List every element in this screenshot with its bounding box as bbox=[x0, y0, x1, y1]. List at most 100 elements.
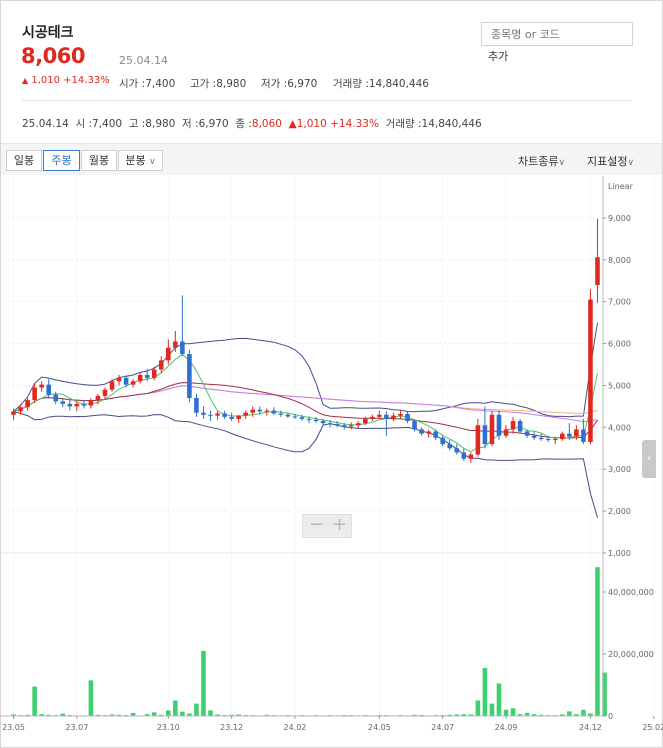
candle-body bbox=[102, 389, 108, 396]
stock-chart[interactable]: 9,000 8,000 7,000 6,000 5,000 4,000 3,000 2,000… bbox=[0, 176, 663, 748]
high-label: 고가 : bbox=[190, 78, 217, 90]
candle-body bbox=[489, 414, 495, 445]
open-value: 7,400 bbox=[145, 78, 176, 90]
info-percent: +14.33% bbox=[330, 118, 379, 130]
candle-body bbox=[433, 431, 438, 438]
volume-bar bbox=[489, 703, 495, 716]
candle-body bbox=[299, 417, 305, 419]
candle-body bbox=[391, 415, 396, 419]
chevron-down-icon: ∨ bbox=[627, 158, 635, 168]
scale-label: Linear bbox=[608, 182, 634, 191]
tab-daily[interactable]: 일봉 bbox=[6, 150, 42, 171]
chart-toolbar: 일봉 주봉 월봉 분봉 ∨ 차트종류∨ 지표설정∨ bbox=[1, 143, 662, 175]
candle-body bbox=[95, 395, 101, 401]
candle-body bbox=[18, 407, 23, 412]
chart-type-label: 차트종류 bbox=[518, 155, 559, 168]
x-tick-label: 23.10 bbox=[157, 723, 180, 732]
tab-monthly[interactable]: 월봉 bbox=[81, 150, 117, 171]
indicator-button[interactable]: 지표설정∨ bbox=[587, 153, 634, 169]
tab-minute-label: 분봉 bbox=[125, 154, 146, 167]
info-date: 25.04.14 bbox=[22, 118, 69, 130]
volume-bar bbox=[496, 683, 502, 716]
candle-body bbox=[208, 414, 213, 416]
x-tick-label: 24.09 bbox=[495, 723, 518, 732]
candle-body bbox=[348, 425, 354, 427]
volume-bar bbox=[581, 709, 586, 716]
volume-tick-label: 40,000,000 bbox=[608, 588, 654, 597]
candle-body bbox=[67, 403, 73, 407]
candle-body bbox=[53, 394, 59, 402]
candle-body bbox=[595, 257, 600, 285]
info-low: 6,970 bbox=[198, 118, 229, 130]
zoom-out-button[interactable]: − bbox=[309, 514, 324, 535]
side-panel-handle[interactable]: ‹ bbox=[642, 440, 656, 478]
volume-bar bbox=[510, 708, 516, 716]
zoom-in-button[interactable]: + bbox=[332, 514, 347, 535]
candle-body bbox=[454, 448, 460, 453]
chart-type-button[interactable]: 차트종류∨ bbox=[518, 153, 565, 169]
candle-body bbox=[524, 431, 530, 436]
candle-body bbox=[588, 299, 593, 442]
candle-body bbox=[320, 421, 326, 424]
info-change: 1,010 bbox=[296, 118, 327, 130]
candle-body bbox=[144, 374, 150, 378]
candle-body bbox=[468, 454, 474, 459]
up-triangle-icon: ▲ bbox=[22, 76, 29, 85]
candle-body bbox=[215, 413, 220, 416]
x-tick-label: 23.05 bbox=[2, 723, 25, 732]
tab-minute[interactable]: 분봉 ∨ bbox=[118, 150, 163, 171]
volume-bar bbox=[475, 700, 481, 716]
candle-body bbox=[496, 414, 502, 436]
candle-body bbox=[88, 400, 94, 406]
volume-bar bbox=[208, 710, 213, 716]
candle-body bbox=[363, 418, 368, 424]
ma5-line bbox=[13, 353, 598, 453]
candle-body bbox=[243, 412, 248, 416]
candle-body bbox=[74, 403, 80, 407]
candle-body bbox=[306, 418, 312, 420]
candle-body bbox=[377, 414, 382, 417]
volume-bar bbox=[567, 711, 572, 716]
y-tick-label: 1,000 bbox=[608, 549, 631, 558]
volume-bar bbox=[151, 712, 157, 716]
chevron-down-icon: ∨ bbox=[149, 157, 156, 167]
candle-body bbox=[341, 425, 347, 427]
search-input[interactable] bbox=[481, 22, 633, 46]
volume-bar bbox=[180, 711, 185, 716]
zoom-control: − + bbox=[302, 514, 352, 538]
candle-body bbox=[151, 369, 157, 378]
candle-body bbox=[419, 429, 424, 434]
chart-grid bbox=[0, 176, 655, 716]
candle-body bbox=[81, 403, 87, 406]
candle-body bbox=[180, 341, 185, 355]
candle-body bbox=[552, 439, 558, 441]
chevron-left-icon: ‹ bbox=[647, 453, 651, 464]
candle-body bbox=[158, 360, 164, 370]
candle-body bbox=[187, 354, 192, 399]
candle-body bbox=[130, 381, 136, 385]
add-button[interactable]: 추가 bbox=[488, 48, 508, 64]
candle-body bbox=[405, 413, 410, 422]
high-value: 8,980 bbox=[216, 78, 247, 90]
candle-body bbox=[123, 377, 129, 385]
bollinger-upper-line bbox=[13, 322, 598, 418]
volume-bar bbox=[595, 567, 600, 716]
candle-body bbox=[116, 377, 122, 382]
candle-body bbox=[426, 431, 431, 434]
info-high-label: 고 : bbox=[128, 118, 146, 130]
candle-body bbox=[545, 439, 551, 441]
tab-weekly[interactable]: 주봉 bbox=[43, 150, 80, 171]
candle-body bbox=[173, 341, 178, 348]
candle-body bbox=[447, 444, 453, 449]
candle-body bbox=[278, 413, 284, 415]
candle-body bbox=[285, 414, 291, 417]
info-close: 8,060 bbox=[251, 118, 282, 130]
info-close-label: 종 : bbox=[235, 118, 252, 130]
x-tick-label: 24.12 bbox=[579, 723, 602, 732]
volume-label: 거래량 : bbox=[333, 78, 369, 90]
y-tick-label: 8,000 bbox=[608, 256, 631, 265]
candle-body bbox=[567, 433, 572, 437]
change-amount: 1,010 bbox=[31, 75, 60, 86]
candle-body bbox=[264, 410, 270, 412]
candle-body bbox=[440, 437, 445, 445]
